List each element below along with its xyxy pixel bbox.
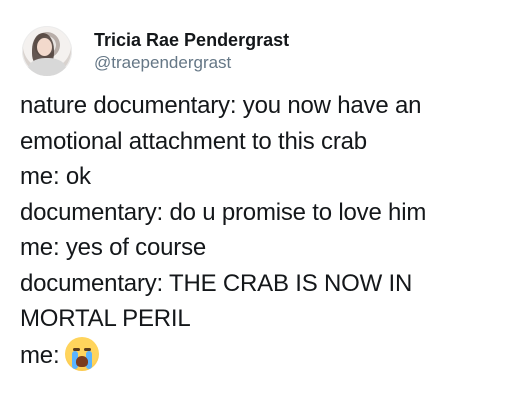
- author-names: Tricia Rae Pendergrast @traependergrast: [94, 29, 289, 74]
- tweet-text: nature documentary: you now have an emot…: [20, 88, 500, 373]
- tweet-line: nature documentary: you now have an: [20, 92, 422, 119]
- tweet-line: me: yes of course: [20, 234, 207, 261]
- avatar[interactable]: [22, 26, 72, 76]
- tweet-line: emotional attachment to this crab: [20, 127, 367, 155]
- tweet-line: me: ok: [20, 163, 91, 190]
- tweet-header: Tricia Rae Pendergrast @traependergrast: [22, 26, 289, 76]
- tweet-card: Tricia Rae Pendergrast @traependergrast …: [0, 0, 512, 409]
- author-display-name[interactable]: Tricia Rae Pendergrast: [94, 29, 289, 51]
- tweet-line: documentary: do u promise to love him: [20, 198, 427, 226]
- emoji-mouth: [76, 355, 89, 367]
- tweet-line: MORTAL PERIL: [20, 305, 191, 332]
- avatar-body: [28, 58, 66, 76]
- loudly-crying-face-icon: [65, 336, 100, 371]
- avatar-face: [37, 38, 52, 56]
- tweet-line: documentary: THE CRAB IS NOW IN: [20, 269, 413, 297]
- tweet-line-text: me:: [20, 341, 60, 369]
- tweet-line-last: me:: [20, 336, 500, 374]
- author-handle[interactable]: @traependergrast: [94, 52, 289, 74]
